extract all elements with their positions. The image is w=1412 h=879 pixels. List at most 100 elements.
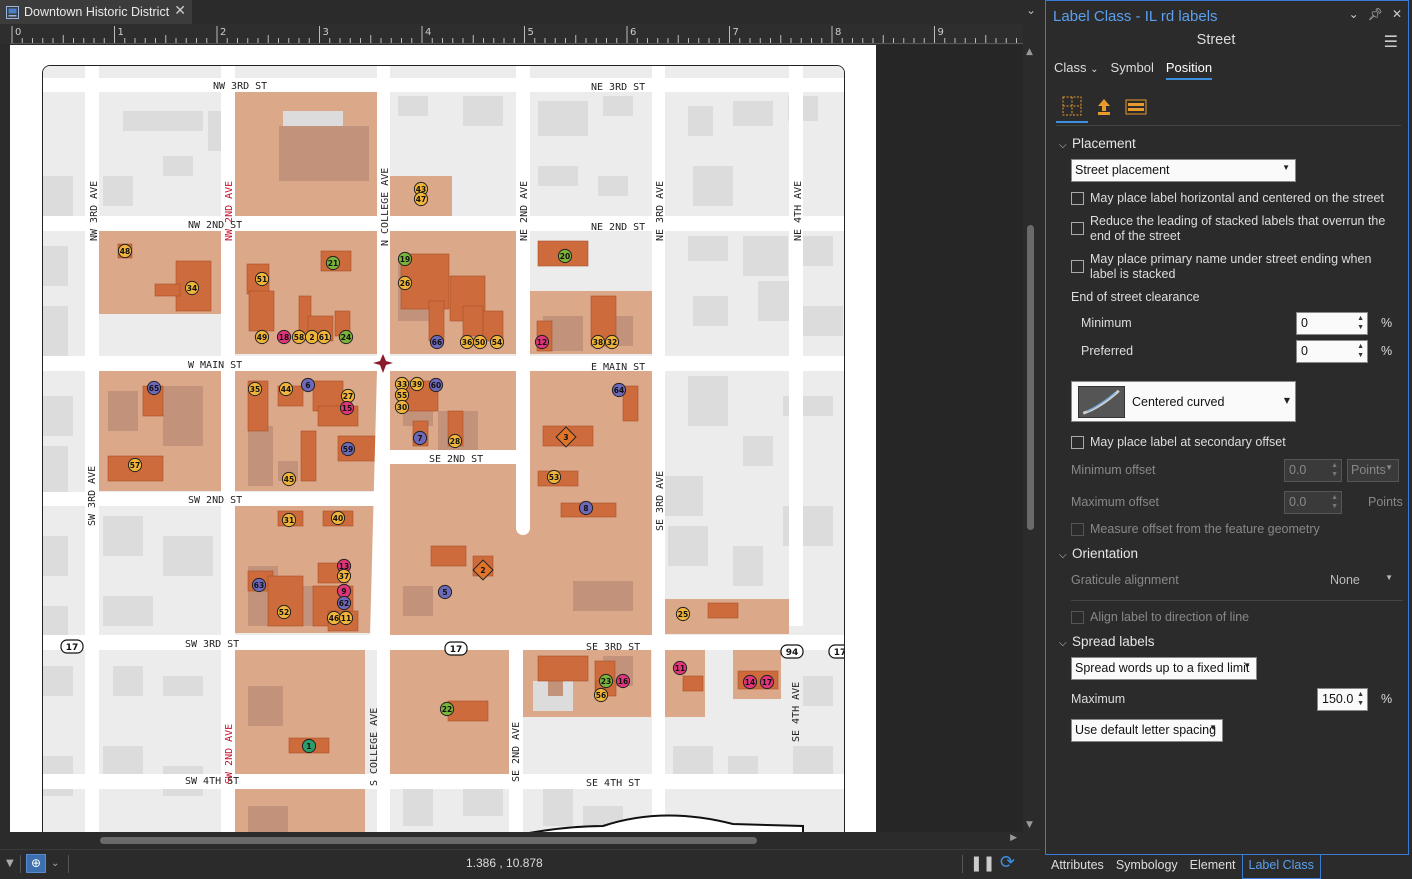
- chevron-down-icon[interactable]: ⌄: [51, 858, 59, 869]
- percent-unit: %: [1381, 316, 1393, 330]
- minimum-offset-input[interactable]: 0.0 ▲ ▼: [1284, 459, 1342, 482]
- placement-mode-dropdown[interactable]: Street placement ▼: [1071, 159, 1296, 182]
- tab-symbology[interactable]: Symbology: [1110, 855, 1184, 879]
- pause-drawing-icon[interactable]: ❚❚: [970, 854, 995, 872]
- spread-mode-dropdown[interactable]: Spread words up to a fixed limit ▼: [1071, 657, 1257, 680]
- tab-symbol[interactable]: Symbol: [1111, 60, 1154, 80]
- placement-header-label: Placement: [1072, 136, 1136, 151]
- street: [43, 774, 844, 789]
- building-footprint: [463, 786, 503, 816]
- street-label: NE 3RD ST: [591, 82, 645, 93]
- site-marker: 11: [338, 610, 354, 626]
- tab-element[interactable]: Element: [1184, 855, 1242, 879]
- site-marker-label: 48: [120, 247, 130, 256]
- vertical-scrollbar[interactable]: ▲ ▼: [1023, 45, 1040, 832]
- horizontal-scroll-thumb[interactable]: [100, 837, 757, 844]
- placement-subtab[interactable]: [1056, 91, 1088, 123]
- preferred-clearance-input[interactable]: 0 ▲ ▼: [1296, 340, 1368, 363]
- checkbox-box[interactable]: [1071, 222, 1084, 235]
- letter-spacing-dropdown[interactable]: Use default letter spacing ▼: [1071, 719, 1223, 742]
- align-direction-checkbox[interactable]: Align label to direction of line: [1071, 610, 1401, 625]
- spinner-arrows-icon[interactable]: ▲ ▼: [1331, 461, 1338, 479]
- building-footprint: [279, 126, 369, 181]
- fitting-strategy-subtab[interactable]: [1120, 91, 1152, 123]
- scale-dropdown-icon[interactable]: ▼: [6, 858, 14, 869]
- checkbox-box[interactable]: [1071, 523, 1084, 536]
- site-marker: 45: [281, 471, 297, 487]
- spread-labels-section-header[interactable]: ⌵ Spread labels: [1059, 634, 1155, 649]
- historic-building: [447, 700, 489, 722]
- site-marker-label: 47: [416, 195, 426, 204]
- tab-attributes[interactable]: Attributes: [1045, 855, 1110, 879]
- tab-position[interactable]: Position: [1165, 60, 1213, 80]
- building-footprint: [403, 586, 433, 616]
- scroll-up-icon[interactable]: ▲: [1026, 47, 1033, 57]
- pin-icon[interactable]: 📌︎: [1368, 7, 1383, 21]
- navigation-mode-button[interactable]: ⊕: [26, 854, 46, 873]
- site-marker: 57: [127, 457, 143, 473]
- offset-unit-value: Points: [1351, 463, 1386, 477]
- building-footprint: [693, 296, 728, 326]
- street-label: NE 4TH AVE: [793, 181, 804, 241]
- spinner-arrows-icon[interactable]: ▲ ▼: [1331, 493, 1338, 511]
- primary-name-checkbox[interactable]: May place primary name under street endi…: [1071, 252, 1401, 282]
- site-marker: 63: [251, 577, 267, 593]
- maximum-offset-input[interactable]: 0.0 ▲ ▼: [1284, 491, 1342, 514]
- site-marker-label: 38: [593, 338, 603, 347]
- chevron-down-icon: ⌵: [1059, 550, 1067, 561]
- building-footprint: [43, 666, 73, 696]
- checkbox-box[interactable]: [1071, 436, 1084, 449]
- street-label: W MAIN ST: [188, 360, 242, 371]
- curve-style-dropdown[interactable]: Centered curved ▼: [1071, 381, 1296, 422]
- site-marker: 8: [578, 500, 594, 516]
- spinner-arrows-icon[interactable]: ▲ ▼: [1357, 342, 1364, 360]
- site-marker: 12: [534, 334, 550, 350]
- letter-spacing-value: Use default letter spacing: [1075, 723, 1217, 737]
- scroll-right-icon[interactable]: ▶: [1010, 833, 1017, 843]
- vertical-scroll-thumb[interactable]: [1027, 225, 1034, 530]
- minimum-clearance-input[interactable]: 0 ▲ ▼: [1296, 312, 1368, 335]
- measure-offset-checkbox[interactable]: Measure offset from the feature geometry: [1071, 522, 1401, 537]
- street-label: SE 3RD AVE: [655, 471, 666, 531]
- chevron-down-icon[interactable]: ⌄: [1026, 3, 1036, 17]
- graticule-alignment-dropdown[interactable]: None ▼: [1326, 569, 1399, 592]
- building-footprint: [103, 516, 143, 556]
- horizontal-scrollbar[interactable]: ▶: [10, 833, 1023, 847]
- site-marker: 2: [304, 329, 320, 345]
- orientation-section-header[interactable]: ⌵ Orientation: [1059, 546, 1138, 561]
- site-marker: 56: [593, 687, 609, 703]
- tab-label-class[interactable]: Label Class: [1241, 855, 1321, 879]
- secondary-offset-checkbox[interactable]: May place label at secondary offset: [1071, 435, 1401, 450]
- site-marker: 61: [316, 329, 332, 345]
- conflict-resolution-subtab[interactable]: [1088, 91, 1120, 123]
- refresh-icon[interactable]: ⟳: [1000, 852, 1015, 873]
- spinner-arrows-icon[interactable]: ▲ ▼: [1357, 690, 1364, 708]
- building-footprint: [733, 101, 773, 126]
- document-tab[interactable]: Downtown Historic District ✕: [0, 0, 192, 24]
- map-frame[interactable]: NW 3RD ST NE 3RD ST NW 2ND ST NE 2ND ST W MA…: [42, 65, 845, 832]
- checkbox-box[interactable]: [1071, 192, 1084, 205]
- scroll-down-icon[interactable]: ▼: [1026, 820, 1033, 830]
- menu-icon[interactable]: ☰: [1384, 32, 1398, 51]
- close-icon[interactable]: ✕: [1392, 7, 1402, 21]
- reduce-leading-checkbox[interactable]: Reduce the leading of stacked labels tha…: [1071, 214, 1401, 244]
- chevron-down-icon[interactable]: ⌄: [1349, 7, 1359, 21]
- site-marker: 17: [759, 674, 775, 690]
- horizontal-centered-checkbox[interactable]: May place label horizontal and centered …: [1071, 191, 1401, 206]
- spread-maximum-input[interactable]: 150.0 ▲ ▼: [1317, 688, 1368, 711]
- route-shield-label: 17: [66, 643, 79, 653]
- close-icon[interactable]: ✕: [174, 3, 186, 19]
- street-label: S COLLEGE AVE: [369, 708, 380, 786]
- checkbox-label: May place label horizontal and centered …: [1090, 191, 1384, 205]
- building-footprint: [103, 596, 153, 626]
- tab-class[interactable]: Class ⌄: [1054, 60, 1099, 80]
- layout-canvas[interactable]: NW 3RD ST NE 3RD ST NW 2ND ST NE 2ND ST W MA…: [10, 45, 1023, 832]
- route-shield-label: 17: [450, 645, 463, 655]
- checkbox-box[interactable]: [1071, 611, 1084, 624]
- street: [516, 66, 530, 466]
- spinner-arrows-icon[interactable]: ▲ ▼: [1357, 314, 1364, 332]
- offset-unit-dropdown[interactable]: Points ▼: [1347, 459, 1399, 482]
- map: NW 3RD ST NE 3RD STNW 2ND ST NE 2ND STW MA…: [43, 66, 844, 832]
- placement-section-header[interactable]: ⌵ Placement: [1059, 136, 1136, 151]
- checkbox-box[interactable]: [1071, 260, 1084, 273]
